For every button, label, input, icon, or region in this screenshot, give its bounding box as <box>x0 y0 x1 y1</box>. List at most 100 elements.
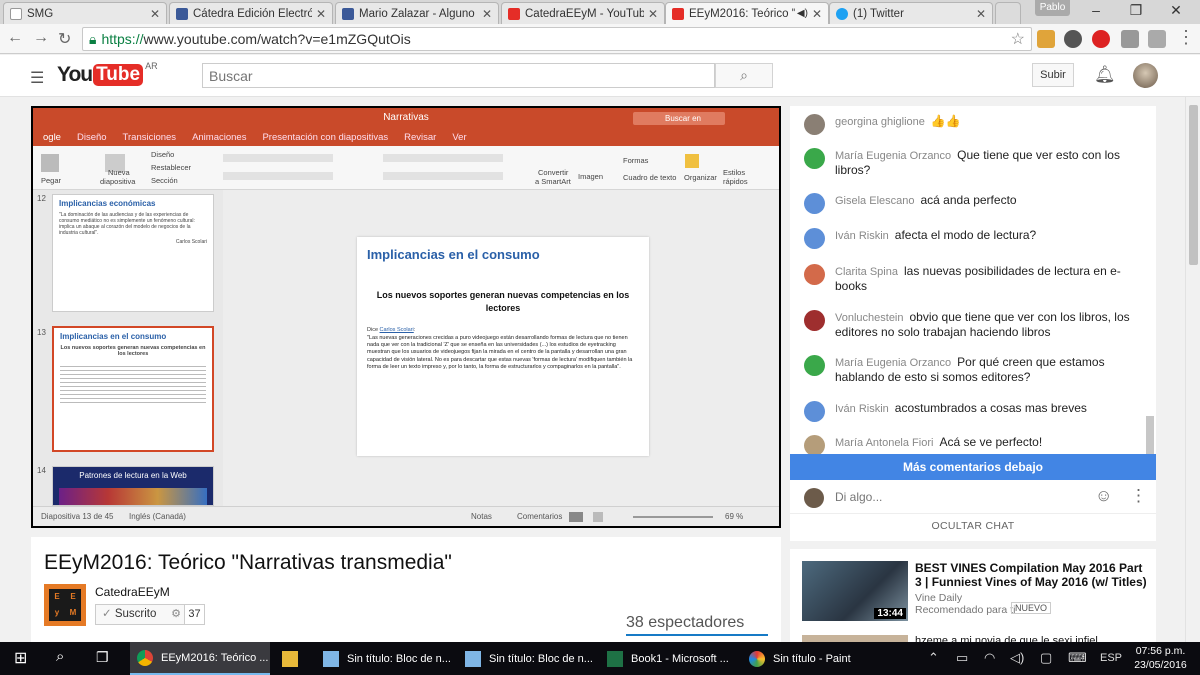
taskbar-label: EEyM2016: Teórico ... <box>161 651 269 664</box>
live-chat-panel: georgina ghiglione 👍👍 María Eugenia Orzan… <box>790 106 1156 541</box>
taskbar-item-paint[interactable]: Sin título - Paint <box>742 642 882 675</box>
recommended-channel[interactable]: Vine Daily <box>915 592 962 604</box>
show-hidden-icons-icon[interactable]: ⌃ <box>928 650 939 666</box>
reload-icon[interactable]: ↻ <box>58 29 71 49</box>
browser-tab[interactable]: SMG ✕ <box>3 2 167 24</box>
close-icon[interactable]: ✕ <box>812 7 822 21</box>
more-options-icon[interactable]: ⋮ <box>1130 486 1147 506</box>
tab-title: CatedraEEyM - YouTube <box>525 7 644 20</box>
taskbar-item-notepad[interactable]: Sin título: Bloc de n... <box>458 642 598 675</box>
chat-author[interactable]: Clarita Spina <box>835 266 898 278</box>
arrange-icon <box>685 154 699 168</box>
search-button[interactable]: ⌕ <box>715 63 773 88</box>
browser-tab[interactable]: Mario Zalazar - Alguno s ✕ <box>335 2 499 24</box>
wifi-icon[interactable]: ◠ <box>984 650 995 666</box>
close-icon[interactable]: ✕ <box>150 7 160 21</box>
page-scrollbar[interactable] <box>1185 97 1200 642</box>
channel-logo[interactable]: EE yM <box>44 584 86 626</box>
profile-name[interactable]: Pablo <box>1035 0 1070 16</box>
close-icon[interactable]: ✕ <box>316 7 326 21</box>
chat-text: acostumbrados a cosas mas breves <box>894 401 1087 415</box>
chat-message: Iván Riskin acostumbrados a cosas mas bre… <box>804 401 1134 422</box>
avatar <box>804 488 824 508</box>
pocket-icon[interactable] <box>1064 30 1082 48</box>
windows-start-icon[interactable]: ⊞ <box>14 648 27 668</box>
close-icon[interactable]: ✕ <box>482 7 492 21</box>
cast-icon[interactable] <box>1121 30 1139 48</box>
input-language[interactable]: ESP <box>1100 652 1122 664</box>
close-window-icon[interactable]: ✕ <box>1162 2 1190 19</box>
chat-input[interactable]: Di algo... <box>835 490 882 504</box>
camera-icon[interactable] <box>1148 30 1166 48</box>
chat-author[interactable]: María Antonela Fiori <box>835 437 933 449</box>
hamburger-menu-icon[interactable]: ☰ <box>30 68 44 88</box>
facebook-icon <box>342 7 354 20</box>
browser-tab[interactable]: (1) Twitter ✕ <box>829 2 993 24</box>
recommended-video-title[interactable]: hzeme a mi novia de que le sexi infiel <box>915 635 1145 642</box>
search-input[interactable] <box>202 63 715 88</box>
browser-tab-strip: SMG ✕ Cátedra Edición Electrón ✕ Mario Z… <box>0 0 1200 24</box>
avatar[interactable] <box>1133 63 1158 88</box>
chat-author[interactable]: Iván Riskin <box>835 403 889 415</box>
tab-title: (1) Twitter <box>853 7 904 20</box>
more-comments-button[interactable]: Más comentarios debajo <box>790 454 1156 480</box>
taskbar-item-explorer[interactable] <box>272 642 308 675</box>
windows-taskbar: ⊞ ⌕ ❐ EEyM2016: Teórico ... Sin título: … <box>0 642 1200 675</box>
emoji-icon[interactable]: ☺ <box>1095 486 1112 506</box>
close-icon[interactable]: ✕ <box>976 7 986 21</box>
new-tab-button[interactable] <box>995 2 1021 24</box>
chat-author[interactable]: Gisela Elescano <box>835 195 915 207</box>
upload-button[interactable]: Subir <box>1032 63 1074 87</box>
close-icon[interactable]: ✕ <box>648 7 658 21</box>
avatar <box>804 148 825 169</box>
star-icon[interactable]: ☆ <box>1011 29 1025 49</box>
chat-author[interactable]: María Eugenia Orzanco <box>835 150 951 162</box>
scrollbar-thumb[interactable] <box>1189 105 1198 265</box>
chat-message: María Eugenia Orzanco Por qué creen que e… <box>804 355 1134 384</box>
system-clock[interactable]: 07:56 p.m. 23/05/2016 <box>1133 644 1188 672</box>
address-bar[interactable]: 🔒︎ https:// www.youtube.com/watch?v=e1mZ… <box>82 27 1032 51</box>
hide-chat-button[interactable]: OCULTAR CHAT <box>790 520 1156 532</box>
tab-title: Mario Zalazar - Alguno s <box>359 7 478 20</box>
message-icon[interactable]: ▢ <box>1040 650 1052 666</box>
subscribed-button[interactable]: ✓ Suscrito <box>95 604 169 625</box>
chat-author[interactable]: Iván Riskin <box>835 230 889 242</box>
forward-icon[interactable]: → <box>33 29 49 47</box>
back-icon[interactable]: ← <box>7 29 23 47</box>
menu-icon[interactable]: ⋮ <box>1177 27 1195 48</box>
chat-author[interactable]: Vonluchestein <box>835 312 904 324</box>
browser-tab[interactable]: Cátedra Edición Electrón ✕ <box>169 2 333 24</box>
taskbar-item-chrome[interactable]: EEyM2016: Teórico ... <box>130 642 270 675</box>
chat-scrollbar[interactable] <box>1146 416 1154 456</box>
video-player[interactable]: Narrativas Buscar en presentación ogle D… <box>31 106 781 528</box>
video-thumbnail[interactable] <box>802 635 908 642</box>
search-icon[interactable]: ⌕ <box>56 648 64 665</box>
chat-message: María Antonela Fiori Acá se ve perfecto! <box>804 435 1134 456</box>
chat-author[interactable]: georgina ghiglione <box>835 116 925 128</box>
taskbar-item-excel[interactable]: Book1 - Microsoft ... <box>600 642 740 675</box>
keyboard-icon[interactable]: ⌨ <box>1068 650 1087 666</box>
minimize-icon[interactable]: – <box>1082 2 1110 18</box>
youtube-logo[interactable]: You Tube AR <box>57 61 158 87</box>
thumb-text-lines <box>60 363 206 405</box>
audio-playing-icon[interactable]: ◀) <box>797 8 808 19</box>
notifications-bell-icon[interactable]: 🔔︎ <box>1094 65 1116 85</box>
chat-author[interactable]: María Eugenia Orzanco <box>835 357 951 369</box>
browser-tab[interactable]: CatedraEEyM - YouTube ✕ <box>501 2 665 24</box>
taskbar-item-notepad[interactable]: Sin título: Bloc de n... <box>316 642 456 675</box>
adblock-icon[interactable] <box>1092 30 1110 48</box>
battery-icon[interactable]: ▭ <box>956 650 968 666</box>
logo-cell: E <box>65 589 81 605</box>
channel-name[interactable]: CatedraEEyM <box>95 585 170 599</box>
avatar <box>804 228 825 249</box>
browser-tab-active[interactable]: EEyM2016: Teórico "N ◀) ✕ <box>665 2 829 24</box>
ppt-menu-item: Diseño <box>76 131 107 143</box>
subscription-settings-gear-icon[interactable]: ⚙ <box>168 604 185 625</box>
extension-icon[interactable] <box>1037 30 1055 48</box>
volume-icon[interactable]: ◁) <box>1010 650 1024 666</box>
task-view-icon[interactable]: ❐ <box>96 649 109 666</box>
recommended-video-title[interactable]: BEST VINES Compilation May 2016 Part 3 |… <box>915 561 1150 589</box>
taskbar-label: Sin título - Paint <box>773 652 851 665</box>
video-thumbnail[interactable]: 13:44 <box>802 561 908 621</box>
maximize-icon[interactable]: ❐ <box>1122 2 1150 19</box>
